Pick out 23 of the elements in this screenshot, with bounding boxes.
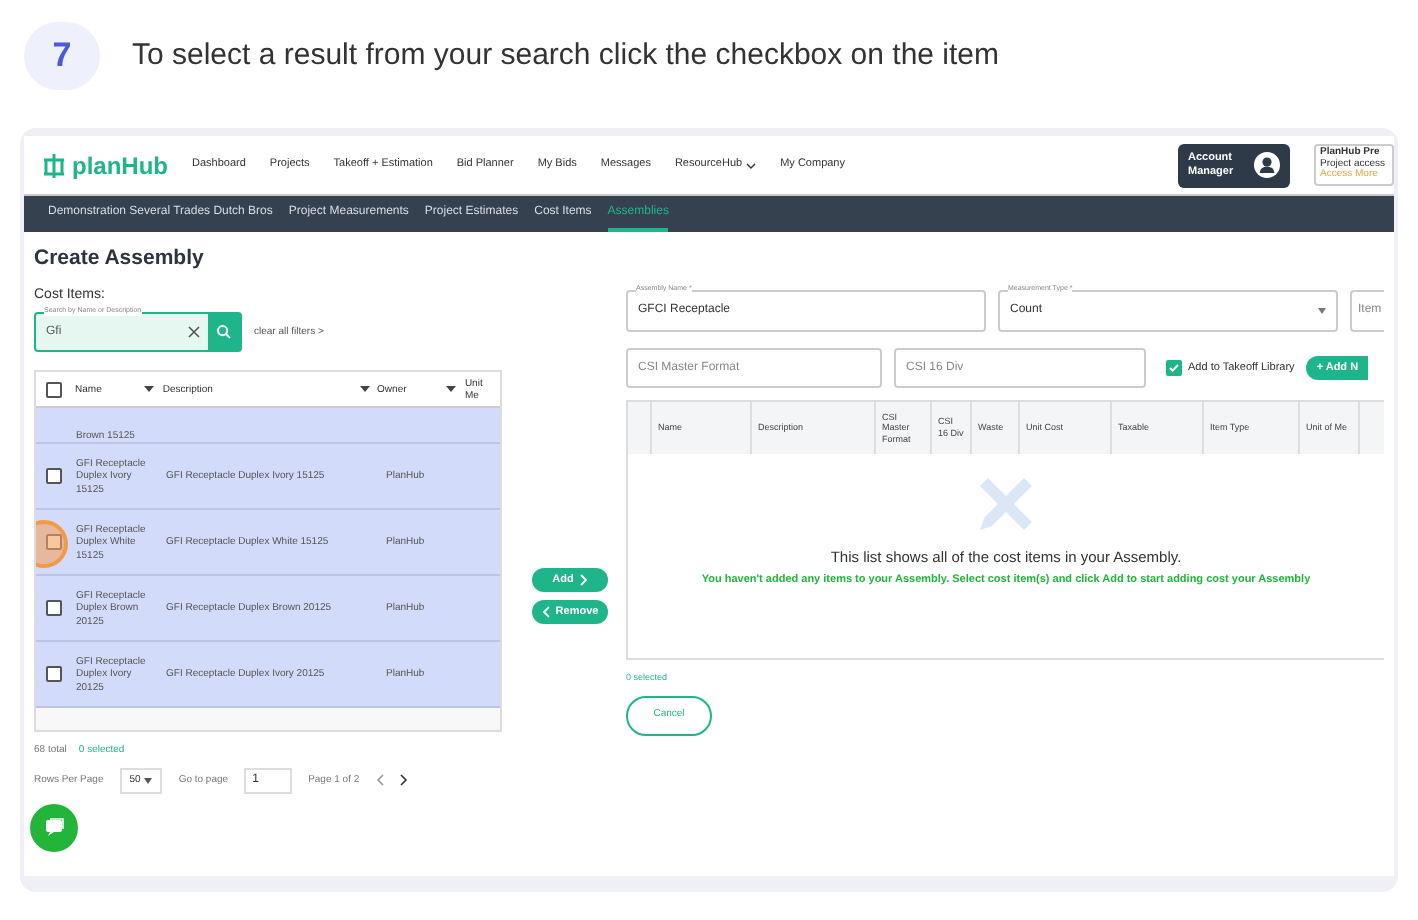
page-title: Create Assembly: [34, 244, 206, 274]
checkbox[interactable]: [1166, 360, 1182, 376]
checkbox[interactable]: [45, 381, 62, 398]
chat-icon[interactable]: [30, 803, 78, 852]
sort-icon: [446, 385, 457, 394]
caret-icon: [144, 777, 153, 784]
logo-icon: [40, 151, 68, 179]
checkbox[interactable]: [46, 534, 62, 551]
caret-icon: [1318, 308, 1326, 314]
step-number: 7: [24, 22, 100, 90]
sort-icon: [144, 385, 155, 394]
previous-page-icon[interactable]: [375, 774, 384, 787]
person-icon: [1254, 152, 1280, 178]
checkbox[interactable]: [46, 468, 62, 485]
chevron-right-icon: [579, 574, 588, 586]
chevron-down-icon: [746, 161, 757, 169]
step-instruction: To select a result from your search click the checkbox on the item: [132, 35, 1000, 76]
close-icon[interactable]: [188, 326, 200, 339]
next-page-icon[interactable]: [399, 774, 408, 787]
chevron-left-icon: [541, 606, 550, 618]
checkbox[interactable]: [46, 600, 62, 617]
checkbox[interactable]: [46, 666, 62, 683]
sort-icon: [359, 385, 370, 394]
